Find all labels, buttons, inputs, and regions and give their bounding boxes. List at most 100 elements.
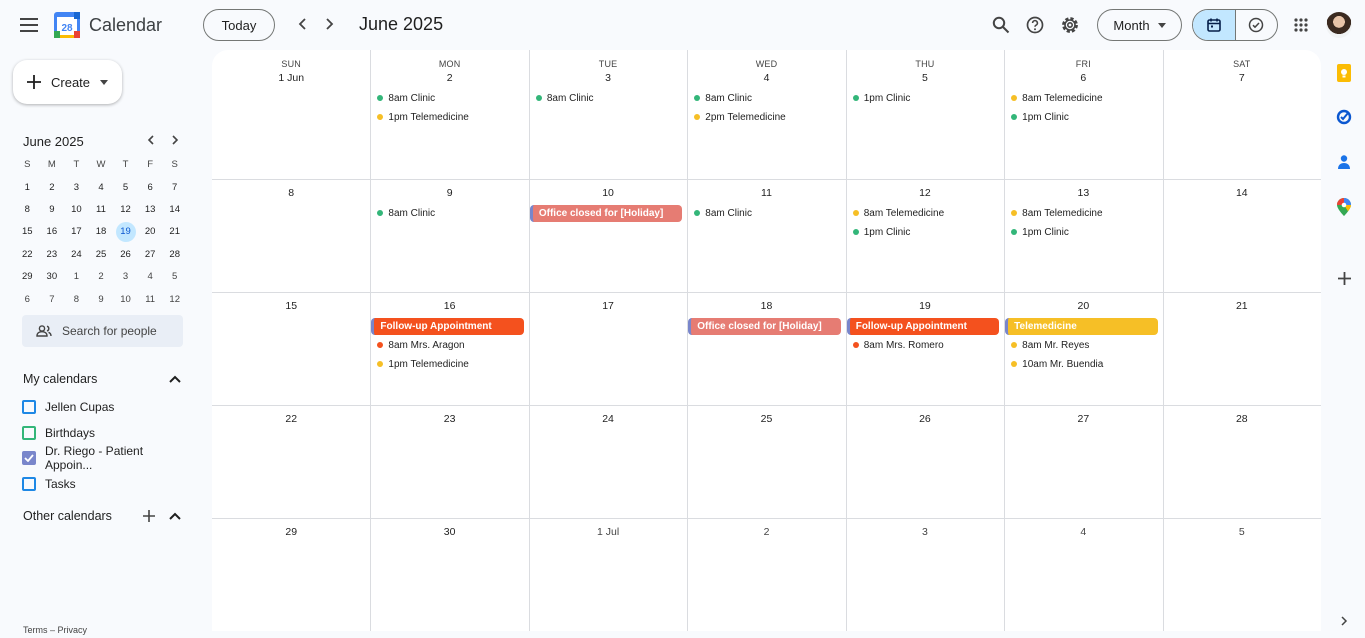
day-number[interactable]: 8 xyxy=(212,187,370,199)
day-number[interactable]: 6 xyxy=(1004,72,1162,84)
day-number[interactable]: 1 Jul xyxy=(529,526,687,538)
mini-day[interactable]: 1 xyxy=(15,176,40,198)
calendar-item[interactable]: Jellen Cupas xyxy=(22,397,192,417)
calendar-tasks-toggle[interactable] xyxy=(1192,9,1278,41)
mini-day[interactable]: 10 xyxy=(64,198,89,220)
day-number[interactable]: 4 xyxy=(687,72,845,84)
mini-day[interactable]: 7 xyxy=(40,288,65,310)
day-number[interactable]: 3 xyxy=(529,72,687,84)
mini-day[interactable]: 6 xyxy=(15,288,40,310)
day-number[interactable]: 10 xyxy=(529,187,687,199)
calendar-checkbox[interactable] xyxy=(22,477,36,492)
day-number[interactable]: 22 xyxy=(212,413,370,425)
next-month-button[interactable] xyxy=(316,11,342,37)
mini-prev-button[interactable] xyxy=(142,131,160,149)
mini-day[interactable]: 20 xyxy=(138,221,163,243)
timed-event[interactable]: 1pm Clinic xyxy=(846,89,1004,107)
timed-event[interactable]: 1pm Clinic xyxy=(1004,223,1162,241)
search-button[interactable] xyxy=(987,11,1015,39)
timed-event[interactable]: 1pm Clinic xyxy=(1004,108,1162,126)
mini-day[interactable]: 10 xyxy=(113,288,138,310)
maps-icon[interactable] xyxy=(1333,196,1355,218)
keep-icon[interactable] xyxy=(1333,62,1355,84)
day-number[interactable]: 20 xyxy=(1004,300,1162,312)
timed-event[interactable]: 8am Clinic xyxy=(529,89,687,107)
timed-event[interactable]: 8am Mrs. Romero xyxy=(846,336,1004,354)
day-number[interactable]: 27 xyxy=(1004,413,1162,425)
tasks-icon[interactable] xyxy=(1333,106,1355,128)
google-apps-button[interactable] xyxy=(1287,11,1315,39)
timed-event[interactable]: 8am Mrs. Aragon xyxy=(370,336,528,354)
create-button[interactable]: Create xyxy=(13,60,122,104)
day-number[interactable]: 23 xyxy=(370,413,528,425)
add-addon-button[interactable] xyxy=(1333,267,1355,289)
day-number[interactable]: 25 xyxy=(687,413,845,425)
day-number[interactable]: 19 xyxy=(846,300,1004,312)
day-number[interactable]: 2 xyxy=(687,526,845,538)
mini-day[interactable]: 28 xyxy=(162,243,187,265)
mini-day[interactable]: 11 xyxy=(138,288,163,310)
day-number[interactable]: 9 xyxy=(370,187,528,199)
timed-event[interactable]: 8am Telemedicine xyxy=(846,204,1004,222)
all-day-event-chip[interactable]: Follow-up Appointment xyxy=(371,318,524,335)
day-number[interactable]: 15 xyxy=(212,300,370,312)
mini-day[interactable]: 2 xyxy=(89,266,114,288)
mini-day[interactable]: 6 xyxy=(138,176,163,198)
day-number[interactable]: 3 xyxy=(846,526,1004,538)
mini-day[interactable]: 8 xyxy=(64,288,89,310)
mini-day[interactable]: 4 xyxy=(138,266,163,288)
day-number[interactable]: 29 xyxy=(212,526,370,538)
timed-event[interactable]: 8am Clinic xyxy=(687,204,845,222)
mini-day[interactable]: 19 xyxy=(113,221,138,243)
day-number[interactable]: 26 xyxy=(846,413,1004,425)
day-number[interactable]: 7 xyxy=(1163,72,1321,84)
mini-day[interactable]: 21 xyxy=(162,221,187,243)
day-number[interactable]: 1 Jun xyxy=(212,72,370,84)
mini-day[interactable]: 24 xyxy=(64,243,89,265)
timed-event[interactable]: 1pm Telemedicine xyxy=(370,108,528,126)
mini-day[interactable]: 2 xyxy=(40,176,65,198)
timed-event[interactable]: 8am Clinic xyxy=(687,89,845,107)
mini-day[interactable]: 12 xyxy=(113,198,138,220)
calendar-item[interactable]: Dr. Riego - Patient Appoin... xyxy=(22,444,192,472)
day-number[interactable]: 17 xyxy=(529,300,687,312)
all-day-event-chip[interactable]: Office closed for [Holiday] xyxy=(529,205,683,222)
calendar-checkbox[interactable] xyxy=(22,451,36,466)
mini-day[interactable]: 9 xyxy=(40,198,65,220)
timed-event[interactable]: 10am Mr. Buendia xyxy=(1004,355,1162,373)
help-button[interactable] xyxy=(1021,11,1049,39)
all-day-event-chip[interactable]: Telemedicine xyxy=(1005,318,1158,335)
main-menu-icon[interactable] xyxy=(14,10,44,40)
search-people-field[interactable]: Search for people xyxy=(22,315,183,347)
contacts-icon[interactable] xyxy=(1333,151,1355,173)
timed-event[interactable]: 8am Clinic xyxy=(370,204,528,222)
mini-day[interactable]: 5 xyxy=(162,266,187,288)
timed-event[interactable]: 8am Telemedicine xyxy=(1004,204,1162,222)
view-selector[interactable]: Month xyxy=(1097,9,1182,41)
day-number[interactable]: 24 xyxy=(529,413,687,425)
calendar-item[interactable]: Birthdays xyxy=(22,423,192,443)
mini-day[interactable]: 5 xyxy=(113,176,138,198)
mini-day[interactable]: 25 xyxy=(89,243,114,265)
mini-day[interactable]: 8 xyxy=(15,198,40,220)
calendar-checkbox[interactable] xyxy=(22,425,36,440)
other-calendars-collapse-button[interactable] xyxy=(166,507,184,525)
day-number[interactable]: 12 xyxy=(846,187,1004,199)
mini-day[interactable]: 27 xyxy=(138,243,163,265)
day-number[interactable]: 4 xyxy=(1004,526,1162,538)
terms-privacy-link[interactable]: Terms – Privacy xyxy=(23,625,87,635)
my-calendars-collapse-button[interactable] xyxy=(166,370,184,388)
day-number[interactable]: 28 xyxy=(1163,413,1321,425)
mini-day[interactable]: 22 xyxy=(15,243,40,265)
account-avatar[interactable] xyxy=(1326,12,1352,38)
calendar-view-button[interactable] xyxy=(1193,10,1236,40)
timed-event[interactable]: 8am Clinic xyxy=(370,89,528,107)
timed-event[interactable]: 1pm Telemedicine xyxy=(370,355,528,373)
timed-event[interactable]: 8am Telemedicine xyxy=(1004,89,1162,107)
mini-day[interactable]: 1 xyxy=(64,266,89,288)
mini-day[interactable]: 15 xyxy=(15,221,40,243)
day-number[interactable]: 14 xyxy=(1163,187,1321,199)
timed-event[interactable]: 2pm Telemedicine xyxy=(687,108,845,126)
expand-side-panel-button[interactable] xyxy=(1337,614,1351,628)
day-number[interactable]: 5 xyxy=(1163,526,1321,538)
